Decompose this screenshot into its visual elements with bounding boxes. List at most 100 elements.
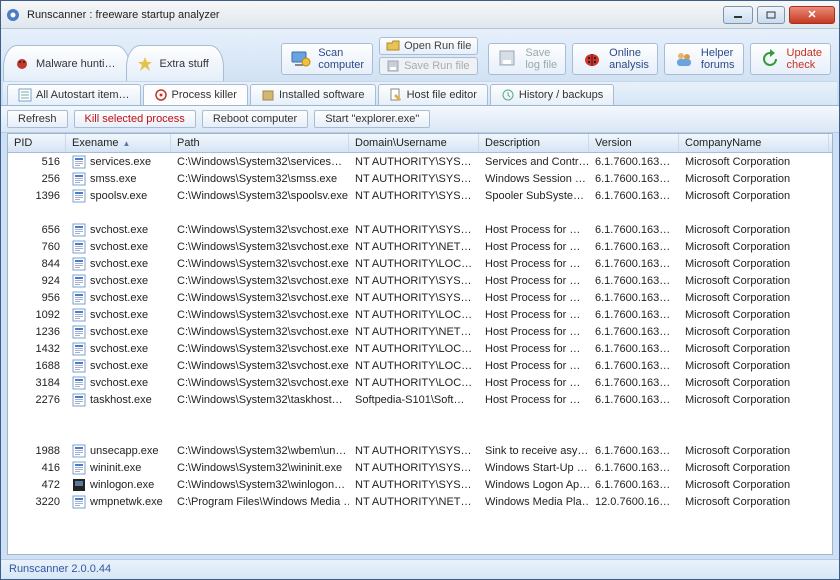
cell-exename: wininit.exe [66,461,171,475]
exe-icon [72,257,86,271]
table-row[interactable]: 256smss.exeC:\Windows\System32\smss.exeN… [8,170,832,187]
cell-company: Microsoft Corporation [679,343,829,355]
exe-icon [72,393,86,407]
cell-pid: 2276 [8,394,66,406]
scan-computer-button[interactable]: Scancomputer [281,43,373,75]
cell-description: Spooler SubSyste… [479,190,589,202]
start-explorer-button[interactable]: Start "explorer.exe" [314,110,430,128]
table-row[interactable]: 1236svchost.exeC:\Windows\System32\svcho… [8,323,832,340]
cell-pid: 924 [8,275,66,287]
cell-domain: NT AUTHORITY\SYS… [349,292,479,304]
tab-host-file-editor[interactable]: Host file editor [378,84,488,105]
cell-description: Host Process for … [479,394,589,406]
kill-process-button[interactable]: Kill selected process [74,110,196,128]
computer-icon [290,48,312,70]
tab-autostart[interactable]: All Autostart item… [7,84,141,105]
helper-forums-button[interactable]: Helperforums [664,43,744,75]
col-version[interactable]: Version [589,134,679,152]
exe-icon [72,325,86,339]
cell-description: Windows Start-Up … [479,462,589,474]
tab-history-backups[interactable]: History / backups [490,84,614,105]
update-check-button[interactable]: Updatecheck [750,43,831,75]
cell-exename: smss.exe [66,172,171,186]
open-run-file-button[interactable]: Open Run file [379,37,478,55]
cell-description: Host Process for … [479,292,589,304]
exe-icon [72,461,86,475]
table-row[interactable]: 1988unsecapp.exeC:\Windows\System32\wbem… [8,442,832,459]
table-row[interactable]: 844svchost.exeC:\Windows\System32\svchos… [8,255,832,272]
tab-extra-stuff[interactable]: Extra stuff [126,45,223,81]
table-row[interactable]: 416wininit.exeC:\Windows\System32\winini… [8,459,832,476]
exe-icon [72,342,86,356]
reboot-button[interactable]: Reboot computer [202,110,308,128]
btn-label: Open Run file [404,40,471,52]
cell-description: Services and Contr… [479,156,589,168]
cell-company: Microsoft Corporation [679,496,829,508]
online-analysis-button[interactable]: Onlineanalysis [572,43,658,75]
cell-exename: svchost.exe [66,359,171,373]
table-row[interactable]: 516services.exeC:\Windows\System32\servi… [8,153,832,170]
cell-pid: 956 [8,292,66,304]
cell-domain: NT AUTHORITY\LOC… [349,360,479,372]
cell-description: Host Process for … [479,326,589,338]
col-company[interactable]: CompanyName [679,134,829,152]
exe-icon [72,495,86,509]
window-title: Runscanner : freeware startup analyzer [27,9,723,21]
cell-version: 6.1.7600.163… [589,156,679,168]
table-row[interactable]: 2276taskhost.exeC:\Windows\System32\task… [8,391,832,408]
cell-path: C:\Windows\System32\svchost.exe [171,326,349,338]
cell-pid: 760 [8,241,66,253]
cell-company: Microsoft Corporation [679,360,829,372]
cell-pid: 656 [8,224,66,236]
table-row[interactable]: 656svchost.exeC:\Windows\System32\svchos… [8,221,832,238]
tab-installed-software[interactable]: Installed software [250,84,376,105]
cell-pid: 3220 [8,496,66,508]
cell-domain: NT AUTHORITY\SYS… [349,224,479,236]
tab-process-killer[interactable]: Process killer [143,84,248,105]
tab-malware-hunting[interactable]: Malware hunti… [3,45,130,81]
cell-path: C:\Windows\System32\smss.exe [171,173,349,185]
save-run-file-button: Save Run file [379,57,478,75]
col-path[interactable]: Path [171,134,349,152]
table-row[interactable]: 1432svchost.exeC:\Windows\System32\svcho… [8,340,832,357]
table-row[interactable]: 472winlogon.exeC:\Windows\System32\winlo… [8,476,832,493]
table-row[interactable]: 1396spoolsv.exeC:\Windows\System32\spool… [8,187,832,204]
table-body[interactable]: 516services.exeC:\Windows\System32\servi… [8,153,832,554]
col-description[interactable]: Description [479,134,589,152]
minimize-button[interactable] [723,6,753,24]
target-icon [154,88,168,102]
table-row[interactable]: 1092svchost.exeC:\Windows\System32\svcho… [8,306,832,323]
cell-path: C:\Windows\System32\svchost.exe [171,224,349,236]
cell-domain: Softpedia-S101\Soft… [349,394,479,406]
cell-path: C:\Windows\System32\svchost.exe [171,241,349,253]
col-pid[interactable]: PID [8,134,66,152]
table-row[interactable]: 3184svchost.exeC:\Windows\System32\svcho… [8,374,832,391]
cell-domain: NT AUTHORITY\SYS… [349,462,479,474]
maximize-button[interactable] [757,6,785,24]
cell-company: Microsoft Corporation [679,326,829,338]
cell-version: 6.1.7600.163… [589,275,679,287]
cell-domain: NT AUTHORITY\SYS… [349,479,479,491]
table-row[interactable]: 760svchost.exeC:\Windows\System32\svchos… [8,238,832,255]
refresh-button[interactable]: Refresh [7,110,68,128]
tab-label: Malware hunti… [36,58,115,70]
bug-icon [14,56,30,72]
btn-label: Save Run file [404,60,469,72]
close-button[interactable]: ✕ [789,6,835,24]
col-domain[interactable]: Domain\Username [349,134,479,152]
col-exename[interactable]: Exename▲ [66,134,171,152]
cell-version: 6.1.7600.163… [589,309,679,321]
table-row[interactable]: 3220wmpnetwk.exeC:\Program Files\Windows… [8,493,832,510]
refresh-icon [759,48,781,70]
table-row[interactable]: 1688svchost.exeC:\Windows\System32\svcho… [8,357,832,374]
cell-path: C:\Windows\System32\taskhost… [171,394,349,406]
table-row[interactable]: 924svchost.exeC:\Windows\System32\svchos… [8,272,832,289]
cell-version: 6.1.7600.163… [589,479,679,491]
exe-icon [72,478,86,492]
sort-asc-icon: ▲ [122,139,130,148]
table-row[interactable]: 956svchost.exeC:\Windows\System32\svchos… [8,289,832,306]
cell-domain: NT AUTHORITY\NET… [349,241,479,253]
cell-path: C:\Windows\System32\wbem\un… [171,445,349,457]
cell-version: 6.1.7600.163… [589,224,679,236]
cell-pid: 1092 [8,309,66,321]
